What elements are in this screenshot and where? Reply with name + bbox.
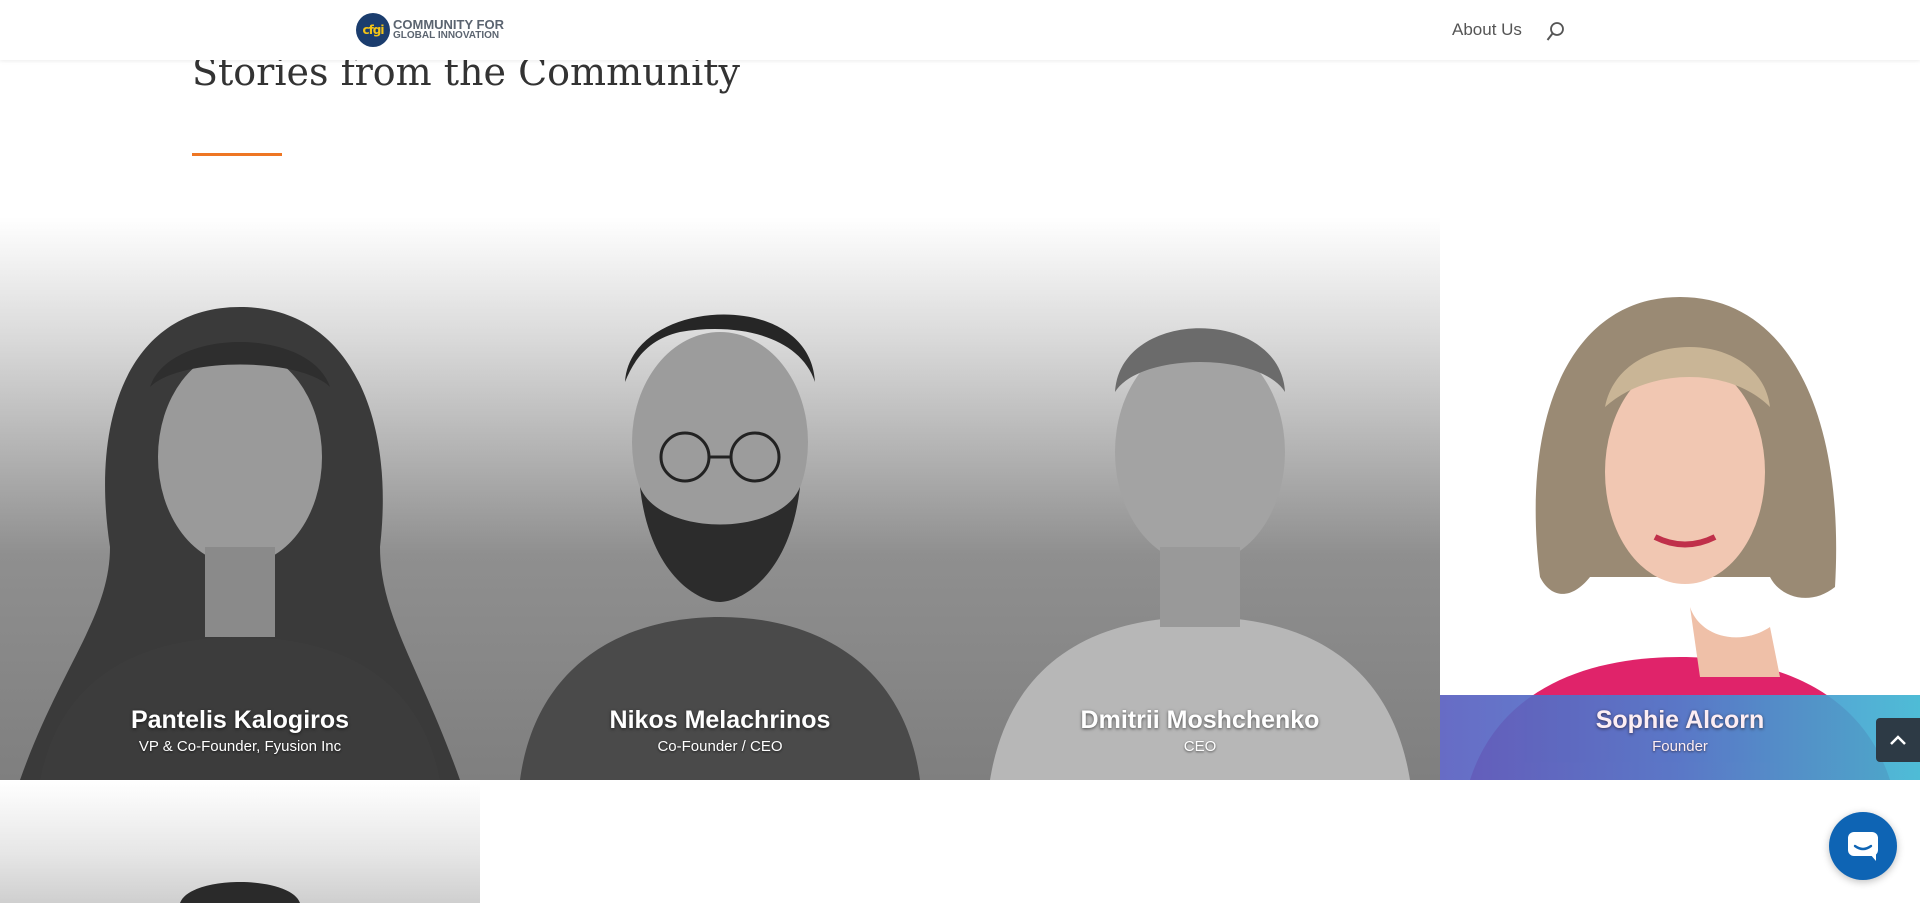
card-role: CEO (1183, 738, 1217, 755)
card-caption: Nikos Melachrinos Co-Founder / CEO (480, 695, 960, 780)
community-card[interactable]: Dmitrii Moshchenko CEO (960, 217, 1440, 780)
chevron-up-icon (1890, 735, 1906, 745)
card-name: Pantelis Kalogiros (130, 706, 350, 734)
card-caption: Sophie Alcorn Founder (1440, 695, 1920, 780)
card-name: Sophie Alcorn (1595, 706, 1765, 734)
portrait-image (180, 882, 300, 903)
site-header: cfgi COMMUNITY FOR GLOBAL INNOVATION Abo… (0, 0, 1920, 60)
logo-text-line2: GLOBAL INNOVATION (393, 30, 500, 41)
logo-mark-icon: cfgi (356, 13, 390, 47)
community-card[interactable]: Nikos Melachrinos Co-Founder / CEO (480, 217, 960, 780)
chat-launcher-button[interactable] (1829, 812, 1897, 880)
card-role: Co-Founder / CEO (657, 738, 783, 755)
community-card-featured[interactable]: Sophie Alcorn Founder (1440, 217, 1920, 780)
card-role: Founder (1652, 738, 1708, 755)
title-accent-divider (192, 153, 282, 156)
chat-icon (1848, 832, 1878, 861)
nav-about-us-link[interactable]: About Us (1452, 20, 1522, 40)
community-cards-row: Pantelis Kalogiros VP & Co-Founder, Fyus… (0, 217, 1440, 780)
search-icon[interactable] (1546, 21, 1566, 43)
card-name: Nikos Melachrinos (609, 706, 831, 734)
card-caption: Dmitrii Moshchenko CEO (960, 695, 1440, 780)
back-to-top-button[interactable] (1876, 718, 1920, 762)
card-role: VP & Co-Founder, Fyusion Inc (138, 738, 342, 755)
logo-text: COMMUNITY FOR GLOBAL INNOVATION (393, 17, 504, 41)
site-logo[interactable]: cfgi COMMUNITY FOR GLOBAL INNOVATION (356, 12, 504, 48)
logo-text-line1: COMMUNITY FOR (393, 17, 504, 32)
community-card[interactable]: Pantelis Kalogiros VP & Co-Founder, Fyus… (0, 217, 480, 780)
community-card-partial[interactable] (0, 780, 480, 903)
card-caption: Pantelis Kalogiros VP & Co-Founder, Fyus… (0, 695, 480, 780)
card-name: Dmitrii Moshchenko (1080, 706, 1320, 734)
